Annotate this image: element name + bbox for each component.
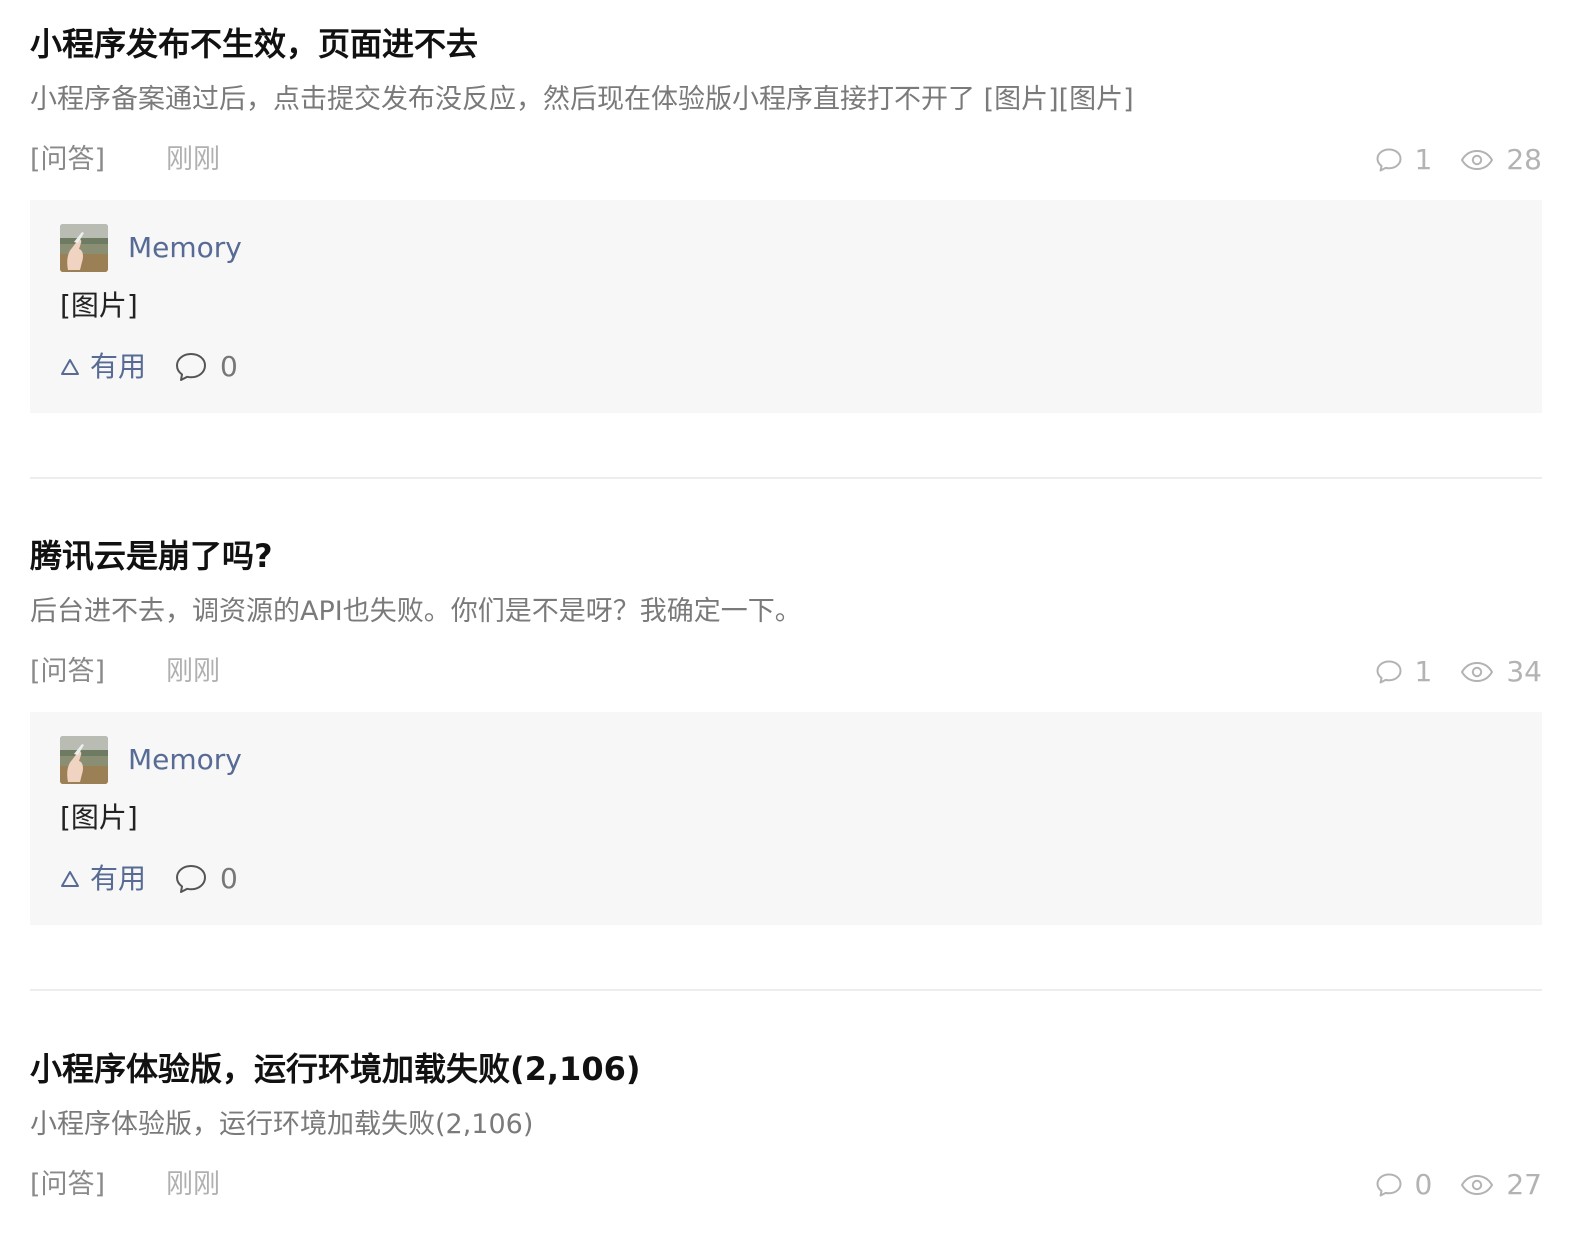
reply-comment-count: 0 [220, 350, 238, 383]
comment-count-value: 1 [1414, 143, 1433, 176]
post-title[interactable]: 腾讯云是崩了吗? [30, 536, 273, 576]
eye-icon [1461, 150, 1494, 170]
reply-body: [图片] [60, 289, 138, 322]
reply-author[interactable]: Memory [128, 230, 242, 266]
eye-icon [1461, 1175, 1494, 1195]
avatar[interactable] [60, 736, 108, 784]
post-time: 刚刚 [166, 1169, 220, 1200]
reply-preview[interactable]: Memory [图片] 有用 0 [30, 712, 1542, 925]
post-meta: [问答] 刚刚 1 34 [30, 654, 1542, 690]
useful-label: 有用 [90, 862, 147, 895]
reply-preview[interactable]: Memory [图片] 有用 0 [30, 200, 1542, 413]
eye-icon [1461, 662, 1494, 682]
divider [30, 477, 1542, 479]
view-count-value: 27 [1506, 1168, 1542, 1201]
post-excerpt: 后台进不去，调资源的API也失败。你们是不是呀？我确定一下。 [30, 596, 802, 627]
post-stats: 0 27 [1375, 1167, 1542, 1203]
view-count: 28 [1460, 142, 1542, 178]
comment-count[interactable]: 1 [1375, 654, 1433, 690]
useful-button[interactable]: 有用 [60, 349, 146, 385]
comment-bubble-icon [1376, 148, 1402, 172]
comment-bubble-icon [1376, 1173, 1402, 1197]
post-excerpt: 小程序体验版，运行环境加载失败(2,106) [30, 1109, 534, 1140]
comment-count[interactable]: 0 [1375, 1167, 1433, 1203]
view-count: 27 [1460, 1167, 1542, 1203]
post-stats: 1 34 [1375, 654, 1542, 690]
post-time: 刚刚 [166, 144, 220, 175]
view-count-value: 28 [1506, 143, 1542, 176]
view-count: 34 [1460, 654, 1542, 690]
comment-bubble-icon [1376, 660, 1402, 684]
triangle-up-icon [61, 359, 79, 375]
post-tag: [问答] [30, 1169, 106, 1200]
view-count-value: 34 [1506, 655, 1542, 688]
reply-actions: 有用 0 [60, 861, 238, 897]
post-meta: [问答] 刚刚 1 28 [30, 142, 1542, 178]
comment-count[interactable]: 1 [1375, 142, 1433, 178]
post-tag: [问答] [30, 656, 106, 687]
reply-comment-button[interactable]: 0 [174, 349, 238, 385]
reply-author[interactable]: Memory [128, 742, 242, 778]
post-stats: 1 28 [1375, 142, 1542, 178]
comment-bubble-icon [176, 865, 207, 893]
reply-comment-count: 0 [220, 862, 238, 895]
triangle-up-icon [61, 871, 79, 887]
post-title[interactable]: 小程序体验版，运行环境加载失败(2,106) [30, 1049, 640, 1089]
post-tag: [问答] [30, 144, 106, 175]
comment-bubble-icon [176, 353, 207, 381]
post-meta: [问答] 刚刚 0 27 [30, 1167, 1542, 1203]
post-time: 刚刚 [166, 656, 220, 687]
reply-body: [图片] [60, 801, 138, 834]
useful-label: 有用 [90, 350, 147, 383]
divider [30, 989, 1542, 991]
comment-count-value: 1 [1414, 655, 1433, 688]
post-title[interactable]: 小程序发布不生效，页面进不去 [30, 24, 478, 64]
avatar[interactable] [60, 224, 108, 272]
reply-actions: 有用 0 [60, 349, 238, 385]
comment-count-value: 0 [1414, 1168, 1433, 1201]
post-excerpt: 小程序备案通过后，点击提交发布没反应，然后现在体验版小程序直接打不开了 [图片]… [30, 84, 1134, 115]
reply-comment-button[interactable]: 0 [174, 861, 238, 897]
useful-button[interactable]: 有用 [60, 861, 146, 897]
